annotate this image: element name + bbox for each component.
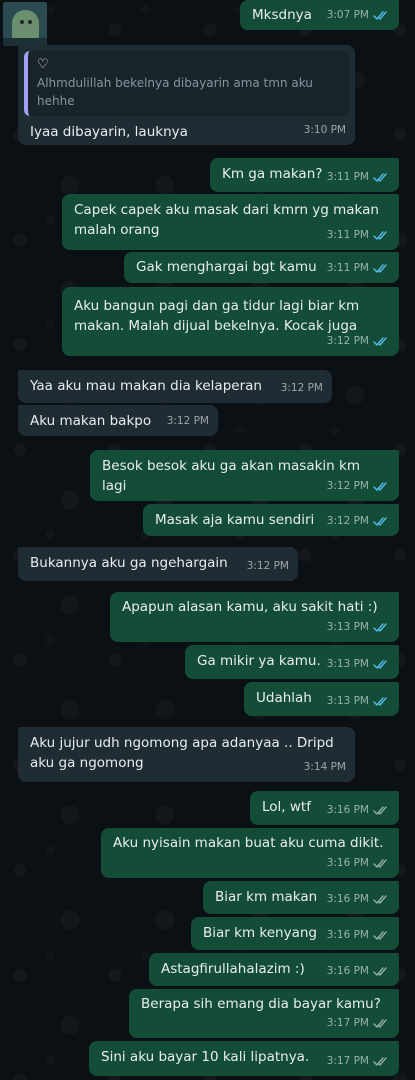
message-time: 3:12 PM <box>326 480 369 492</box>
read-receipt-icon <box>373 172 390 183</box>
message-meta: 3:12 PM <box>327 331 390 351</box>
message-meta: 3:16 PM <box>327 889 390 909</box>
message-outgoing[interactable]: Besok besok aku ga akan masakin km lagi … <box>90 450 399 501</box>
message-time: 3:13 PM <box>326 695 369 707</box>
message-meta: 3:12 PM <box>327 476 390 496</box>
message-time: 3:12 PM <box>246 560 289 572</box>
message-incoming[interactable]: Bukannya aku ga ngehargain 3:12 PM <box>18 547 298 581</box>
message-text: Iyaa dibayarin, lauknya <box>30 124 188 140</box>
message-outgoing[interactable]: Aku nyisain makan buat aku cuma dikit. 3… <box>101 828 399 878</box>
read-receipt-icon <box>373 10 390 21</box>
message-meta: 3:14 PM <box>304 757 346 777</box>
quoted-text: Alhmdulillah bekelnya dibayarin ama tmn … <box>37 76 313 108</box>
message-meta: 3:17 PM <box>327 1051 390 1071</box>
message-time: 3:16 PM <box>326 893 369 905</box>
read-receipt-icon <box>373 263 390 274</box>
message-time: 3:11 PM <box>326 229 369 241</box>
message-incoming[interactable]: Yaa aku mau makan dia kelaperan 3:12 PM <box>18 370 332 403</box>
message-meta: 3:16 PM <box>327 800 390 820</box>
message-time: 3:16 PM <box>326 804 369 816</box>
message-meta: 3:11 PM <box>327 225 390 245</box>
message-time: 3:16 PM <box>326 929 369 941</box>
message-outgoing[interactable]: Astagfirullahalazim :) 3:16 PM <box>149 953 399 986</box>
message-outgoing[interactable]: Apapun alasan kamu, aku sakit hati :) 3:… <box>110 592 399 642</box>
message-time: 3:11 PM <box>326 171 369 183</box>
read-receipt-icon <box>373 516 390 527</box>
message-meta: 3:11 PM <box>327 258 390 278</box>
message-time: 3:16 PM <box>326 965 369 977</box>
message-time: 3:12 PM <box>280 382 323 394</box>
message-incoming-reply[interactable]: ♡ Alhmdulillah bekelnya dibayarin ama tm… <box>18 45 355 145</box>
message-text: Yaa aku mau makan dia kelaperan <box>30 378 262 394</box>
delivered-receipt-icon <box>373 966 390 977</box>
message-meta: 3:07 PM <box>327 5 390 25</box>
message-time: 3:10 PM <box>303 124 346 136</box>
message-time: 3:07 PM <box>326 9 369 21</box>
read-receipt-icon <box>373 230 390 241</box>
message-outgoing[interactable]: Aku bangun pagi dan ga tidur lagi biar k… <box>62 287 399 356</box>
message-outgoing[interactable]: Berapa sih emang dia bayar kamu? 3:17 PM <box>129 989 399 1038</box>
message-time: 3:17 PM <box>326 1017 369 1029</box>
message-outgoing[interactable]: Biar km makan 3:16 PM <box>203 881 399 914</box>
read-receipt-icon <box>373 659 390 670</box>
quoted-message[interactable]: ♡ Alhmdulillah bekelnya dibayarin ama tm… <box>24 51 349 116</box>
message-text: Aku jujur udh ngomong apa adanyaa .. Dri… <box>30 735 334 771</box>
message-time: 3:12 PM <box>166 415 209 427</box>
message-time: 3:12 PM <box>326 335 369 347</box>
message-meta: 3:12 PM <box>247 556 289 576</box>
message-meta: 3:13 PM <box>327 617 390 637</box>
delivered-receipt-icon <box>373 1018 390 1029</box>
message-outgoing[interactable]: Mksdnya 3:07 PM <box>240 0 399 30</box>
message-meta: 3:11 PM <box>327 167 390 187</box>
quoted-symbol: ♡ <box>37 57 49 72</box>
contact-avatar[interactable] <box>3 2 47 46</box>
message-text: Aku nyisain makan buat aku cuma dikit. <box>113 835 384 851</box>
message-meta: 3:16 PM <box>327 853 390 873</box>
message-time: 3:13 PM <box>326 658 369 670</box>
delivered-receipt-icon <box>373 805 390 816</box>
read-receipt-icon <box>373 336 390 347</box>
message-outgoing[interactable]: Biar km kenyang 3:16 PM <box>191 917 399 950</box>
message-time: 3:12 PM <box>326 515 369 527</box>
read-receipt-icon <box>373 696 390 707</box>
message-outgoing[interactable]: Masak aja kamu sendiri 3:12 PM <box>143 504 399 536</box>
message-meta: 3:17 PM <box>327 1013 390 1033</box>
message-text: Aku bangun pagi dan ga tidur lagi biar k… <box>74 298 360 334</box>
message-outgoing[interactable]: Lol, wtf 3:16 PM <box>250 791 399 825</box>
message-outgoing[interactable]: Sini aku bayar 10 kali lipatnya. 3:17 PM <box>89 1041 399 1076</box>
message-meta: 3:13 PM <box>327 691 390 711</box>
message-time: 3:14 PM <box>303 761 346 773</box>
message-meta: 3:12 PM <box>281 378 323 398</box>
message-meta: 3:10 PM <box>304 120 346 140</box>
message-text: Apapun alasan kamu, aku sakit hati :) <box>122 599 378 615</box>
message-incoming[interactable]: Aku makan bakpo 3:12 PM <box>18 405 218 436</box>
message-meta: 3:16 PM <box>327 961 390 981</box>
message-incoming[interactable]: Aku jujur udh ngomong apa adanyaa .. Dri… <box>18 727 355 782</box>
delivered-receipt-icon <box>373 894 390 905</box>
read-receipt-icon <box>373 481 390 492</box>
delivered-receipt-icon <box>373 1056 390 1067</box>
delivered-receipt-icon <box>373 930 390 941</box>
message-outgoing[interactable]: Gak menghargai bgt kamu 3:11 PM <box>124 252 399 283</box>
message-outgoing[interactable]: Ga mikir ya kamu. 3:13 PM <box>185 645 399 679</box>
chat-area[interactable]: Mksdnya 3:07 PM ♡ Alhmdulillah bekelnya … <box>0 0 415 1080</box>
message-meta: 3:16 PM <box>327 925 390 945</box>
read-receipt-icon <box>373 622 390 633</box>
message-outgoing[interactable]: Capek capek aku masak dari kmrn yg makan… <box>62 194 399 250</box>
message-meta: 3:12 PM <box>327 511 390 531</box>
message-outgoing[interactable]: Udahlah 3:13 PM <box>244 682 399 716</box>
message-meta: 3:12 PM <box>167 411 209 431</box>
message-time: 3:13 PM <box>326 621 369 633</box>
message-outgoing[interactable]: Km ga makan? 3:11 PM <box>210 158 399 192</box>
message-time: 3:17 PM <box>326 1055 369 1067</box>
message-time: 3:11 PM <box>326 262 369 274</box>
delivered-receipt-icon <box>373 858 390 869</box>
message-meta: 3:13 PM <box>327 654 390 674</box>
message-time: 3:16 PM <box>326 857 369 869</box>
message-text: Berapa sih emang dia bayar kamu? <box>141 996 381 1012</box>
